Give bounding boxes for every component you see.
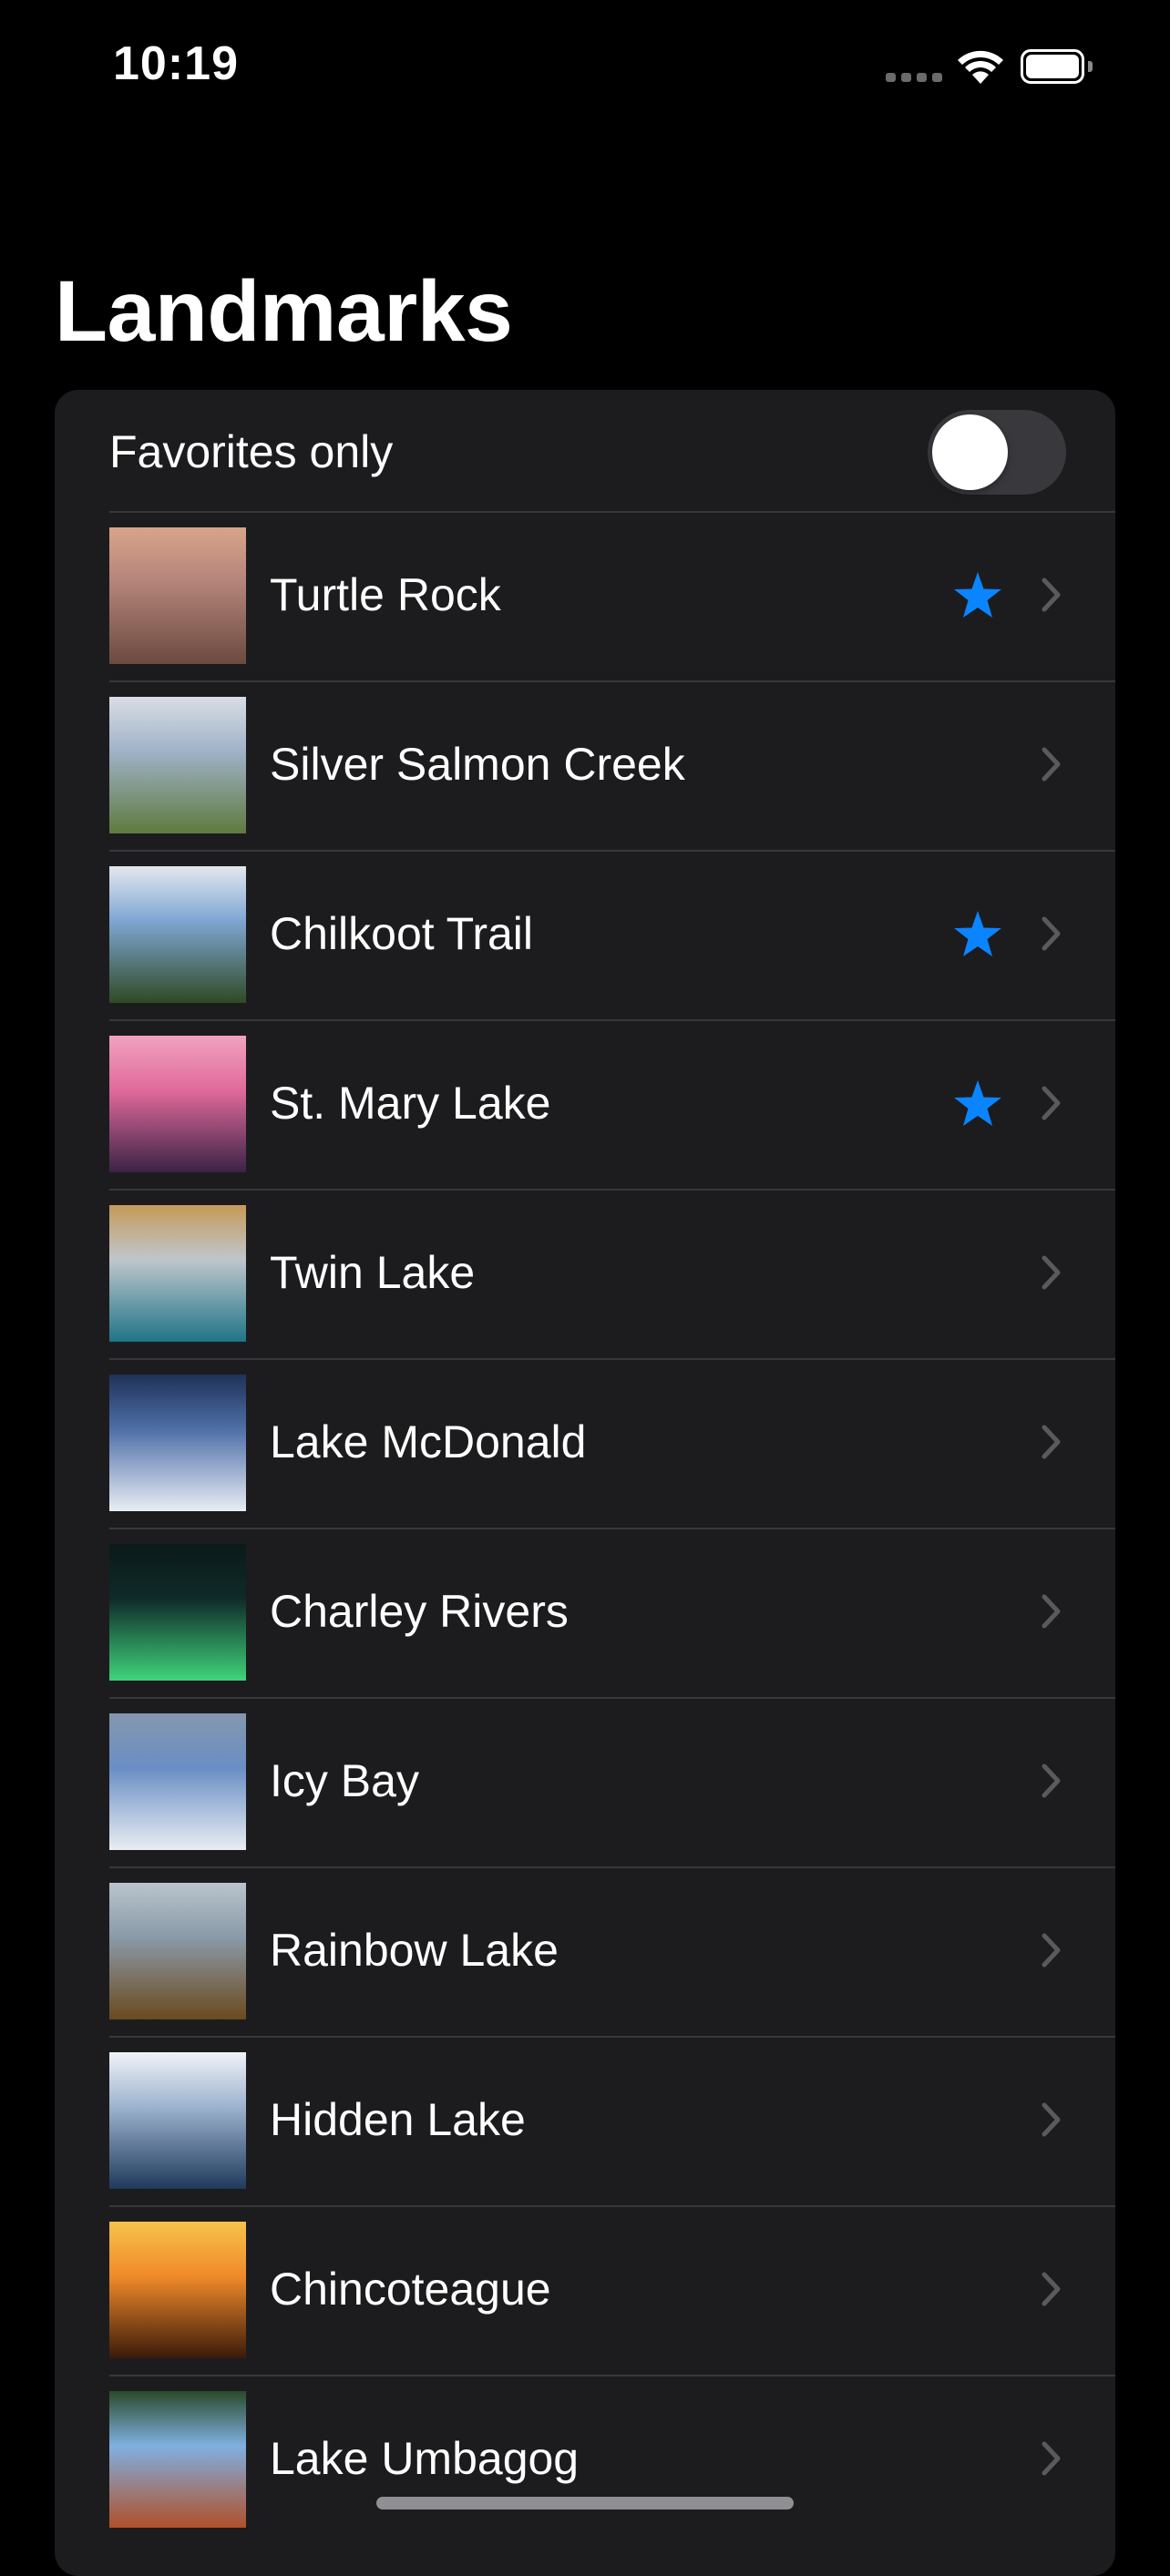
battery-icon [1021,49,1097,84]
wifi-icon [958,50,1003,84]
chevron-right-icon [1042,1763,1061,1798]
list-item[interactable]: Icy Bay [55,1697,1115,1866]
toggle-knob [932,414,1008,490]
row-separator [109,2375,1115,2377]
chevron-right-icon [1042,1933,1061,1968]
landmark-thumbnail [109,2052,246,2189]
chevron-right-icon [1042,1594,1061,1629]
row-separator [109,2036,1115,2038]
favorite-star-icon [954,572,1001,618]
landmark-rows: Turtle Rock Silver Salmon Creek Chilkoot T… [55,511,1115,2544]
chevron-right-icon [1042,2441,1061,2476]
list-item[interactable]: Chincoteague [55,2205,1115,2375]
landmark-name: Rainbow Lake [270,1925,559,1976]
landmark-name: Lake McDonald [270,1416,587,1467]
landmark-name: Charley Rivers [270,1586,569,1637]
landmark-thumbnail [109,866,246,1003]
landmark-thumbnail [109,2222,246,2358]
favorites-toggle-row: Favorites only [55,390,1115,511]
list-item[interactable]: Chilkoot Trail [55,850,1115,1019]
page-title: Landmarks [55,263,513,360]
favorite-star-icon [954,911,1001,956]
landmark-name: Twin Lake [270,1247,476,1298]
chevron-right-icon [1042,747,1061,782]
landmark-thumbnail [109,1713,246,1850]
landmark-thumbnail [109,697,246,833]
list-item[interactable]: Hidden Lake [55,2036,1115,2205]
chevron-right-icon [1042,578,1061,612]
list-item[interactable]: Lake McDonald [55,1358,1115,1528]
list-item[interactable]: Lake Umbagog [55,2375,1115,2544]
chevron-right-icon [1042,1086,1061,1120]
favorites-toggle-switch[interactable] [928,410,1066,495]
row-separator [109,511,1115,513]
landmark-name: Chilkoot Trail [270,908,533,959]
list-item[interactable]: Turtle Rock [55,511,1115,680]
favorite-star-icon [954,1080,1001,1126]
landmark-thumbnail [109,1544,246,1681]
cellular-signal-icon [886,73,942,84]
chevron-right-icon [1042,1425,1061,1459]
row-separator [109,1189,1115,1191]
row-separator [109,1866,1115,1868]
landmark-name: Icy Bay [270,1755,419,1806]
landmark-thumbnail [109,1883,246,2019]
favorites-toggle-label: Favorites only [109,426,394,477]
list-item[interactable]: Rainbow Lake [55,1866,1115,2036]
list-item[interactable]: St. Mary Lake [55,1019,1115,1189]
list-item[interactable]: Silver Salmon Creek [55,680,1115,850]
home-indicator [376,2497,794,2510]
row-separator [109,1358,1115,1360]
row-separator [109,2205,1115,2207]
chevron-right-icon [1042,916,1061,951]
chevron-right-icon [1042,2272,1061,2306]
landmark-thumbnail [109,527,246,664]
landmark-name: Silver Salmon Creek [270,739,685,790]
row-separator [109,680,1115,682]
row-separator [109,1697,1115,1699]
status-bar: 10:19 [0,0,1170,137]
landmark-thumbnail [109,1375,246,1511]
landmark-name: Chincoteague [270,2264,551,2315]
row-separator [109,1019,1115,1021]
landmark-thumbnail [109,2391,246,2528]
landmark-name: St. Mary Lake [270,1078,551,1129]
row-separator [109,850,1115,852]
chevron-right-icon [1042,1255,1061,1290]
landmark-name: Lake Umbagog [270,2433,580,2484]
landmark-name: Hidden Lake [270,2094,526,2145]
row-separator [109,1528,1115,1529]
landmark-list: Favorites only Turtle Rock Silver Salmon … [55,390,1115,2576]
chevron-right-icon [1042,2102,1061,2137]
landmark-thumbnail [109,1205,246,1342]
status-time: 10:19 [113,37,239,90]
list-item[interactable]: Twin Lake [55,1189,1115,1358]
landmark-name: Turtle Rock [270,569,501,620]
landmark-thumbnail [109,1036,246,1172]
list-item[interactable]: Charley Rivers [55,1528,1115,1697]
